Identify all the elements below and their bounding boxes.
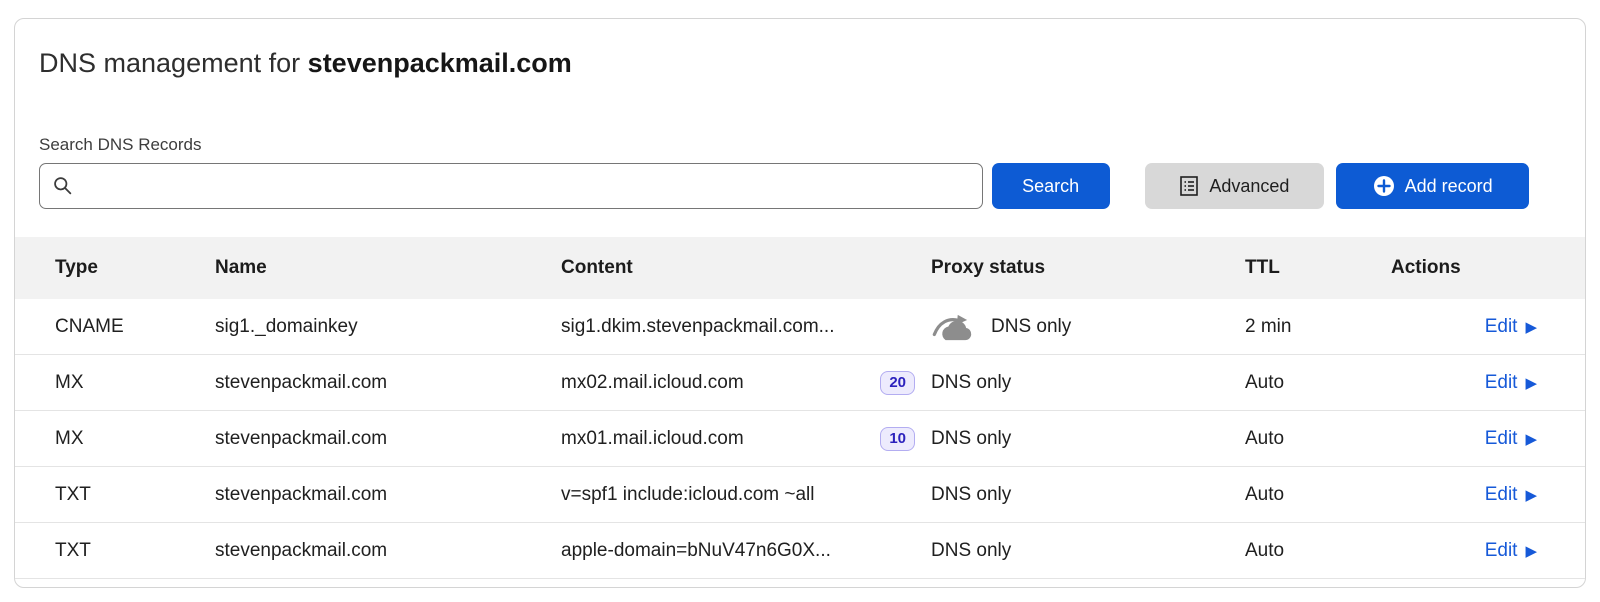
record-content-cell: apple-domain=bNuV47n6G0X... (561, 540, 931, 562)
table-header-row: Type Name Content Proxy status TTL Actio… (15, 237, 1585, 299)
column-header-proxy-status: Proxy status (931, 257, 1245, 279)
record-content-cell: mx01.mail.icloud.com 10 (561, 427, 931, 451)
column-header-name: Name (215, 257, 561, 279)
record-ttl: Auto (1245, 372, 1391, 394)
page-title-prefix: DNS management for (39, 48, 300, 78)
column-header-content: Content (561, 257, 931, 279)
record-type: MX (55, 428, 215, 450)
record-content: apple-domain=bNuV47n6G0X... (561, 540, 831, 562)
record-type: TXT (55, 540, 215, 562)
proxy-status-cell: DNS only (931, 372, 1245, 394)
add-record-button[interactable]: Add record (1336, 163, 1529, 209)
record-actions-cell: Edit ▶ (1391, 428, 1537, 450)
search-toolbar: Search Advanced Add record (39, 163, 1529, 209)
search-button-label: Search (1022, 176, 1079, 197)
record-type: MX (55, 372, 215, 394)
priority-badge: 10 (880, 427, 915, 451)
proxy-status-cell: DNS only (931, 484, 1245, 506)
edit-arrow-icon: ▶ (1525, 488, 1537, 503)
record-content-cell: v=spf1 include:icloud.com ~all (561, 484, 931, 506)
record-name: sig1._domainkey (215, 316, 561, 338)
table-row: MX stevenpackmail.com mx01.mail.icloud.c… (15, 411, 1585, 467)
plus-circle-icon (1373, 175, 1395, 197)
dns-management-card: DNS management for stevenpackmail.com Sea… (14, 18, 1586, 588)
dns-records-table: Type Name Content Proxy status TTL Actio… (15, 237, 1585, 579)
edit-arrow-icon: ▶ (1525, 320, 1537, 335)
edit-arrow-icon: ▶ (1525, 544, 1537, 559)
record-actions-cell: Edit ▶ (1391, 316, 1537, 338)
record-actions-cell: Edit ▶ (1391, 484, 1537, 506)
proxy-status-label: DNS only (931, 484, 1011, 506)
page-title: DNS management for stevenpackmail.com (39, 47, 1585, 79)
edit-link-label: Edit (1485, 484, 1518, 506)
record-content: mx02.mail.icloud.com (561, 372, 744, 394)
record-name: stevenpackmail.com (215, 372, 561, 394)
column-header-type: Type (55, 257, 215, 279)
advanced-button-label: Advanced (1209, 176, 1289, 197)
edit-link-label: Edit (1485, 316, 1518, 338)
column-header-actions: Actions (1391, 257, 1537, 279)
record-ttl: 2 min (1245, 316, 1391, 338)
search-box (39, 163, 983, 209)
proxy-status-cell: DNS only (931, 428, 1245, 450)
table-body: CNAME sig1._domainkey sig1.dkim.stevenpa… (15, 299, 1585, 579)
search-label: Search DNS Records (39, 135, 1585, 155)
priority-badge: 20 (880, 371, 915, 395)
edit-link[interactable]: Edit ▶ (1485, 316, 1537, 338)
edit-link[interactable]: Edit ▶ (1485, 428, 1537, 450)
record-content: mx01.mail.icloud.com (561, 428, 744, 450)
edit-arrow-icon: ▶ (1525, 432, 1537, 447)
edit-link-label: Edit (1485, 428, 1518, 450)
edit-link[interactable]: Edit ▶ (1485, 540, 1537, 562)
record-name: stevenpackmail.com (215, 540, 561, 562)
record-content-cell: mx02.mail.icloud.com 20 (561, 371, 931, 395)
record-type: CNAME (55, 316, 215, 338)
table-row: CNAME sig1._domainkey sig1.dkim.stevenpa… (15, 299, 1585, 355)
record-ttl: Auto (1245, 540, 1391, 562)
record-content: v=spf1 include:icloud.com ~all (561, 484, 814, 506)
edit-link[interactable]: Edit ▶ (1485, 484, 1537, 506)
add-record-button-label: Add record (1405, 176, 1493, 197)
record-actions-cell: Edit ▶ (1391, 372, 1537, 394)
record-actions-cell: Edit ▶ (1391, 540, 1537, 562)
record-content: sig1.dkim.stevenpackmail.com... (561, 316, 835, 338)
edit-link-label: Edit (1485, 372, 1518, 394)
search-icon (52, 175, 73, 196)
proxy-status-label: DNS only (931, 428, 1011, 450)
table-row: MX stevenpackmail.com mx02.mail.icloud.c… (15, 355, 1585, 411)
proxy-cloud-icon (931, 312, 977, 342)
record-content-cell: sig1.dkim.stevenpackmail.com... (561, 316, 931, 338)
table-row: TXT stevenpackmail.com v=spf1 include:ic… (15, 467, 1585, 523)
proxy-status-cell: DNS only (931, 312, 1245, 342)
record-type: TXT (55, 484, 215, 506)
page-title-domain: stevenpackmail.com (308, 48, 572, 78)
list-document-icon (1179, 175, 1199, 197)
record-name: stevenpackmail.com (215, 484, 561, 506)
table-row: TXT stevenpackmail.com apple-domain=bNuV… (15, 523, 1585, 579)
proxy-status-cell: DNS only (931, 540, 1245, 562)
edit-link[interactable]: Edit ▶ (1485, 372, 1537, 394)
record-ttl: Auto (1245, 428, 1391, 450)
search-input[interactable] (39, 163, 983, 209)
advanced-button[interactable]: Advanced (1145, 163, 1325, 209)
edit-arrow-icon: ▶ (1525, 376, 1537, 391)
proxy-status-label: DNS only (931, 540, 1011, 562)
column-header-ttl: TTL (1245, 257, 1391, 279)
edit-link-label: Edit (1485, 540, 1518, 562)
search-button[interactable]: Search (992, 163, 1110, 209)
record-name: stevenpackmail.com (215, 428, 561, 450)
proxy-status-label: DNS only (991, 316, 1071, 338)
proxy-status-label: DNS only (931, 372, 1011, 394)
record-ttl: Auto (1245, 484, 1391, 506)
